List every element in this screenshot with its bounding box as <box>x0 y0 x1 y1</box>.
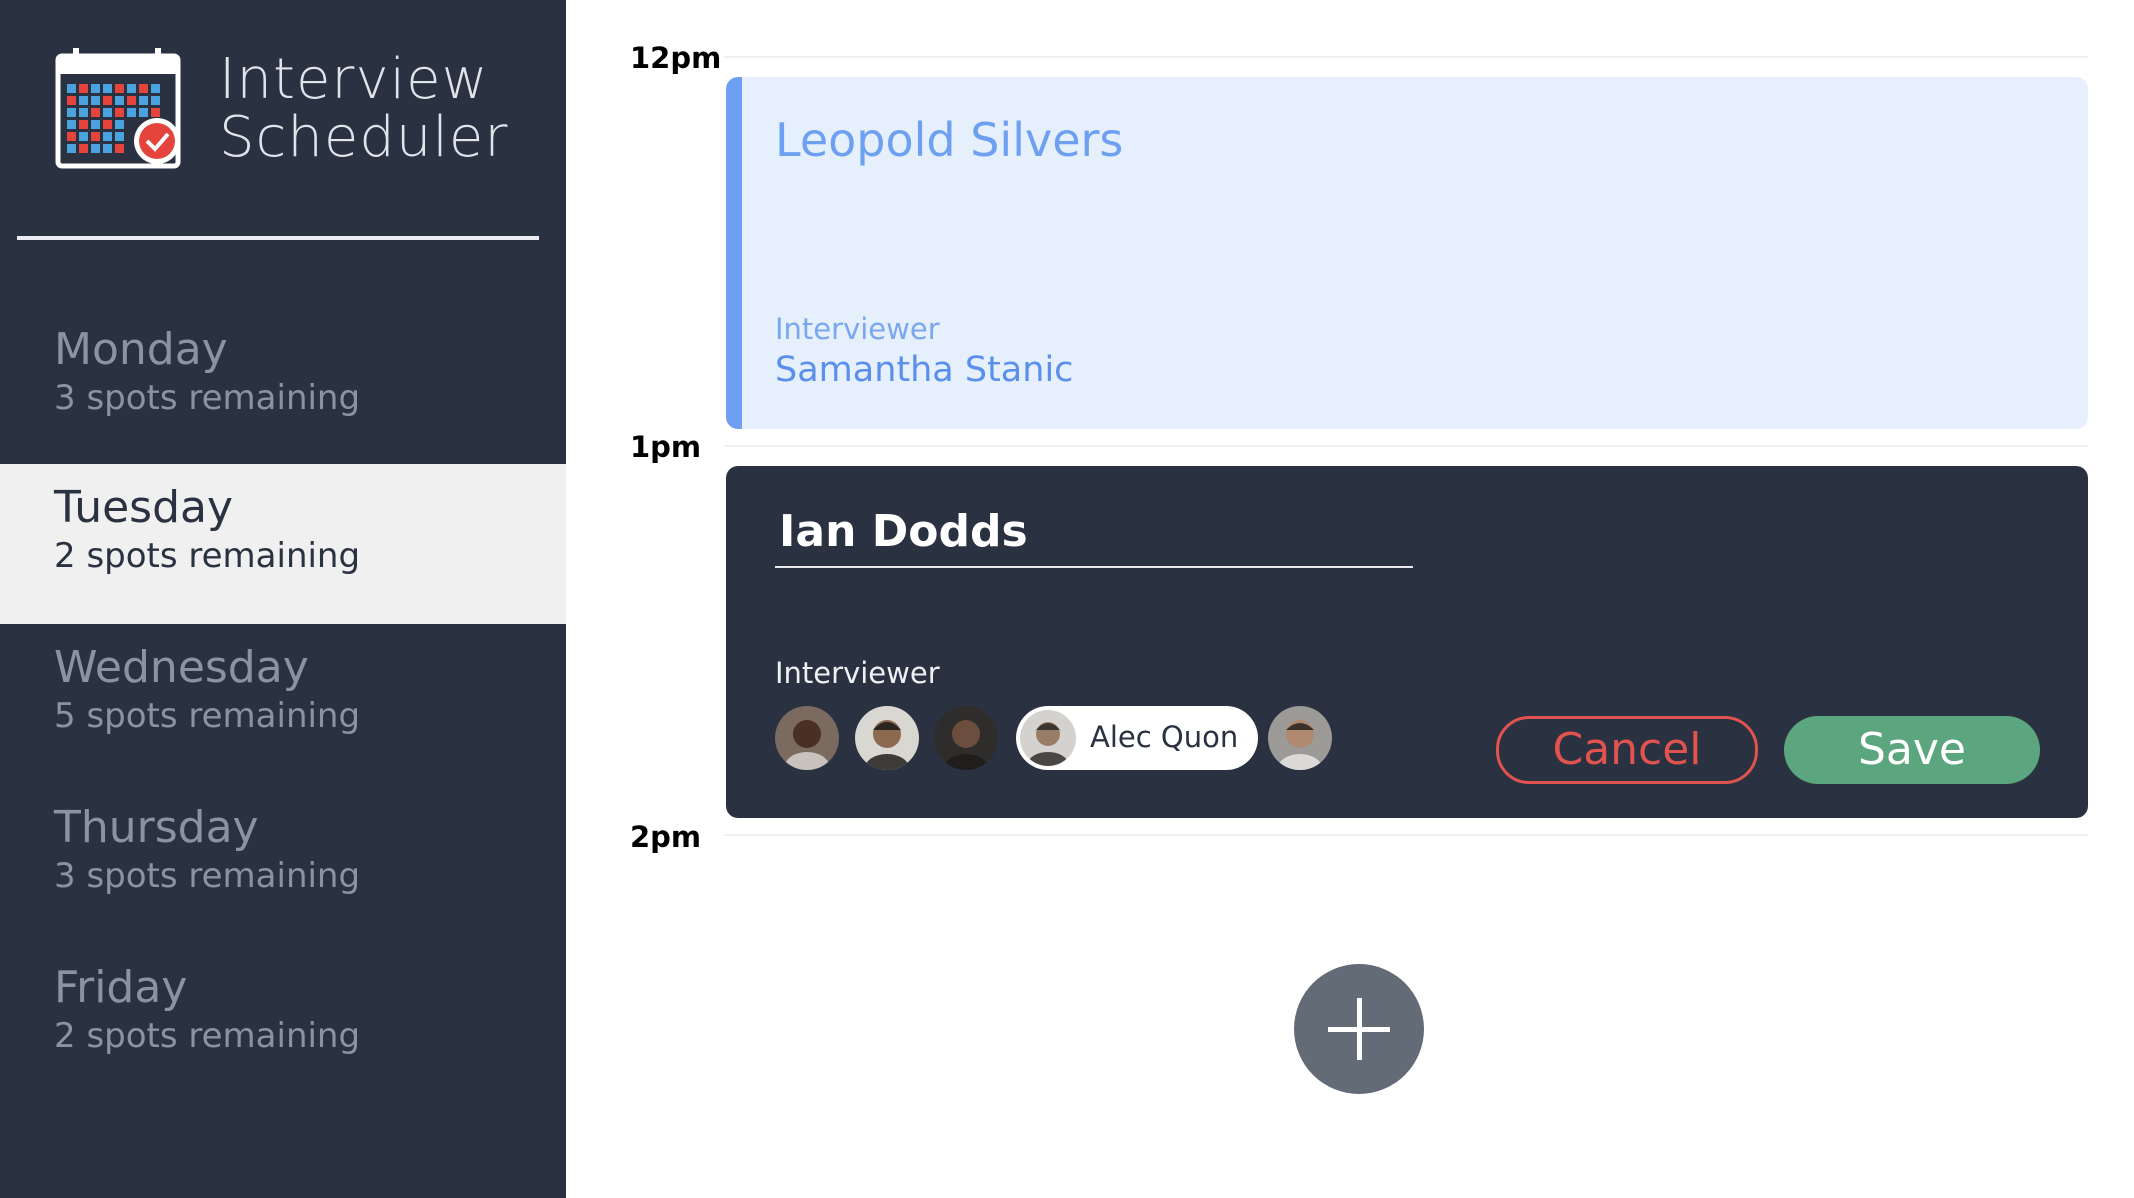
appointment-accent-bar <box>726 77 742 429</box>
student-name-input[interactable] <box>775 508 1413 568</box>
day-item-wednesday[interactable]: Wednesday 5 spots remaining <box>0 624 566 784</box>
interviewer-avatar-3[interactable] <box>934 706 998 770</box>
interviewer-avatar-2[interactable] <box>855 706 919 770</box>
app-title-line1: Interview <box>219 46 489 112</box>
sidebar-divider <box>17 236 539 240</box>
avatar-4 <box>1020 710 1076 766</box>
sidebar: Interview Scheduler Monday 3 spots remai… <box>0 0 566 1198</box>
calendar-logo-cell <box>67 96 76 105</box>
calendar-logo-cell <box>91 84 100 93</box>
interviewer-avatar-1[interactable] <box>775 706 839 770</box>
calendar-logo-cell <box>67 120 76 129</box>
interviewer-avatar-4 <box>1020 710 1076 766</box>
calendar-logo-icon <box>55 48 181 169</box>
calendar-logo-cell <box>115 132 124 141</box>
calendar-logo-cell <box>91 144 100 153</box>
calendar-logo-cell <box>91 132 100 141</box>
calendar-logo-cell <box>103 144 112 153</box>
calendar-logo-cell <box>151 96 160 105</box>
interviewer-label: Interviewer <box>775 312 940 346</box>
day-item-monday[interactable]: Monday 3 spots remaining <box>0 306 566 466</box>
day-item-thursday[interactable]: Thursday 3 spots remaining <box>0 784 566 944</box>
calendar-logo-cell <box>127 108 136 117</box>
day-spots: 3 spots remaining <box>54 856 361 896</box>
selected-interviewer[interactable]: Alec Quon <box>1016 706 1258 770</box>
day-name: Wednesday <box>54 642 309 693</box>
calendar-logo-cell <box>115 96 124 105</box>
app-title-line2: Scheduler <box>219 104 509 170</box>
calendar-logo-cell <box>67 144 76 153</box>
calendar-logo-cell <box>91 108 100 117</box>
day-spots: 2 spots remaining <box>54 536 361 576</box>
calendar-logo-cell <box>103 84 112 93</box>
cancel-button[interactable]: Cancel <box>1496 716 1758 784</box>
day-spots: 5 spots remaining <box>54 696 361 736</box>
calendar-logo-cell <box>139 96 148 105</box>
hour-divider <box>724 445 2088 447</box>
hour-divider <box>724 834 2088 836</box>
avatar-5 <box>1268 706 1332 770</box>
add-appointment-button[interactable] <box>1294 964 1424 1094</box>
calendar-logo-cell <box>79 108 88 117</box>
avatar-3 <box>934 706 998 770</box>
day-name: Tuesday <box>54 482 234 533</box>
calendar-logo-cell <box>151 84 160 93</box>
student-name: Leopold Silvers <box>775 113 1124 167</box>
day-name: Thursday <box>54 802 259 853</box>
plus-icon <box>1328 998 1390 1060</box>
booked-appointment[interactable]: Leopold Silvers Interviewer Samantha Sta… <box>726 77 2088 429</box>
calendar-logo-cell <box>115 84 124 93</box>
calendar-logo-cell <box>103 120 112 129</box>
calendar-logo-cell <box>151 108 160 117</box>
time-label-12pm: 12pm <box>630 41 722 75</box>
calendar-logo-cell <box>79 120 88 129</box>
interviewer-label: Interviewer <box>775 656 940 690</box>
calendar-logo-cell <box>79 144 88 153</box>
calendar-logo-cell <box>91 120 100 129</box>
time-label-1pm: 1pm <box>630 430 702 464</box>
calendar-logo-cell <box>67 108 76 117</box>
calendar-logo-cell <box>103 132 112 141</box>
calendar-logo-cell <box>115 144 124 153</box>
time-label-2pm: 2pm <box>630 820 702 854</box>
calendar-logo-cell <box>127 96 136 105</box>
avatar-2 <box>855 706 919 770</box>
calendar-logo-cell <box>79 84 88 93</box>
calendar-logo-cell <box>103 96 112 105</box>
hour-divider <box>724 56 2088 58</box>
day-spots: 3 spots remaining <box>54 378 361 418</box>
calendar-logo-cell <box>67 84 76 93</box>
interviewer-avatar-5[interactable] <box>1268 706 1332 770</box>
day-name: Monday <box>54 324 228 375</box>
save-button[interactable]: Save <box>1784 716 2040 784</box>
calendar-logo-cell <box>115 120 124 129</box>
avatar-1 <box>775 706 839 770</box>
calendar-logo-cell <box>139 108 148 117</box>
calendar-logo-cell <box>79 96 88 105</box>
interviewer-name: Samantha Stanic <box>775 350 1074 390</box>
app-title: Interview Scheduler <box>219 46 509 170</box>
appointment-form: Interviewer <box>726 466 2088 818</box>
calendar-logo-cell <box>67 132 76 141</box>
day-spots: 2 spots remaining <box>54 1016 361 1056</box>
calendar-logo-cell <box>127 84 136 93</box>
selected-interviewer-name: Alec Quon <box>1090 720 1239 754</box>
app-brand: Interview Scheduler <box>55 46 508 171</box>
day-item-tuesday[interactable]: Tuesday 2 spots remaining <box>0 464 566 624</box>
calendar-logo-cell <box>103 108 112 117</box>
day-name: Friday <box>54 962 188 1013</box>
calendar-logo-cell <box>139 84 148 93</box>
calendar-logo-cell <box>91 96 100 105</box>
day-item-friday[interactable]: Friday 2 spots remaining <box>0 944 566 1104</box>
calendar-logo-cell <box>79 132 88 141</box>
calendar-logo-cell <box>115 108 124 117</box>
